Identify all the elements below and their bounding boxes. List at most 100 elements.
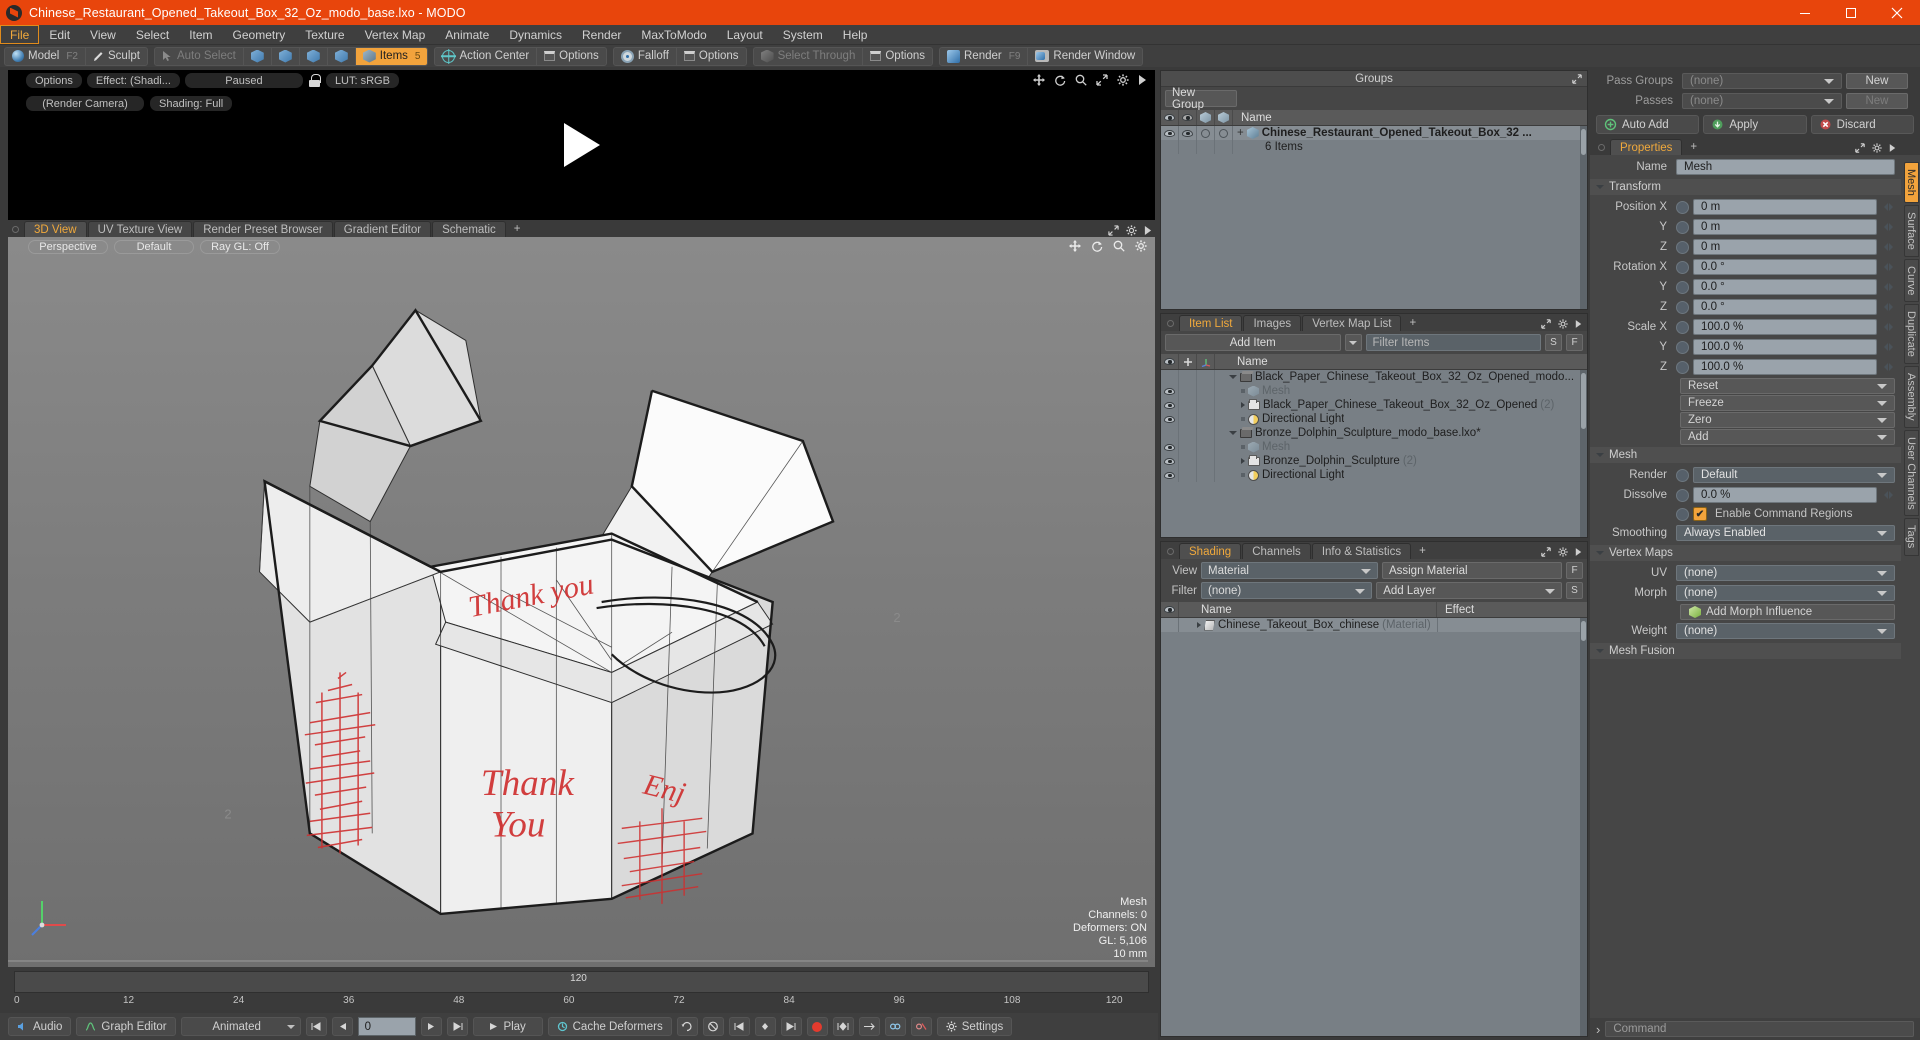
transform-row-field[interactable]: 100.0 %: [1693, 339, 1877, 355]
channel-dot-icon[interactable]: [1676, 300, 1689, 314]
item-row-eye-cell[interactable]: [1161, 426, 1179, 440]
properties-panel-dot[interactable]: [1598, 144, 1605, 151]
key-current-button[interactable]: [754, 1017, 776, 1036]
properties-gear-icon[interactable]: [1872, 143, 1882, 153]
shading-row-eye[interactable]: [1161, 618, 1179, 632]
3d-viewport[interactable]: Perspective Default Ray GL: Off Thank yo…: [8, 237, 1155, 967]
item-row-lock-cell[interactable]: [1179, 468, 1197, 482]
key-next-button[interactable]: [780, 1017, 802, 1036]
loop-button[interactable]: [676, 1017, 698, 1036]
add-morph-influence-button[interactable]: Add Morph Influence: [1680, 604, 1895, 620]
item-row-axis-cell[interactable]: [1197, 370, 1215, 384]
menu-item-select[interactable]: Select: [126, 25, 179, 44]
items-mode-button[interactable]: Items 5: [355, 47, 428, 65]
tab-3d-view[interactable]: 3D View: [24, 221, 87, 237]
shading-view-dropdown[interactable]: Material: [1201, 562, 1378, 579]
filter-s-button[interactable]: S: [1545, 334, 1562, 351]
item-row-name-cell[interactable]: Mesh: [1215, 441, 1290, 453]
item-row-name-cell[interactable]: Mesh: [1215, 385, 1290, 397]
viewport-raygl-button[interactable]: Ray GL: Off: [200, 240, 280, 254]
transform-row-spinner[interactable]: [1881, 240, 1895, 254]
apply-button[interactable]: Apply: [1703, 115, 1807, 134]
menu-item-file[interactable]: File: [0, 25, 40, 44]
item-row-name-cell[interactable]: Directional Light: [1215, 413, 1344, 425]
properties-add-tab[interactable]: +: [1683, 139, 1704, 155]
tab-schematic[interactable]: Schematic: [432, 221, 506, 237]
discard-button[interactable]: Discard: [1810, 115, 1914, 134]
animated-dropdown[interactable]: Animated: [180, 1017, 301, 1036]
item-row-eye-cell[interactable]: [1161, 412, 1179, 426]
expand-triangle-icon[interactable]: [1241, 458, 1245, 464]
shading-list-body[interactable]: Chinese_Takeout_Box_chinese (Material): [1161, 618, 1587, 1036]
current-frame-field[interactable]: 0: [357, 1017, 416, 1036]
menu-item-dynamics[interactable]: Dynamics: [499, 25, 572, 44]
passes-new-button[interactable]: New: [1846, 93, 1908, 109]
viewport-projection-button[interactable]: Perspective: [28, 240, 108, 254]
falloff-button[interactable]: Falloff: [614, 47, 677, 65]
channel-dot-icon[interactable]: [1676, 320, 1689, 334]
item-list-row[interactable]: Directional Light: [1161, 468, 1587, 482]
item-row-name-cell[interactable]: Black_Paper_Chinese_Takeout_Box_32_Oz_Op…: [1215, 371, 1574, 383]
record-key-button[interactable]: [806, 1017, 828, 1036]
transform-row-spinner[interactable]: [1881, 280, 1895, 294]
item-row-lock-cell[interactable]: [1179, 426, 1197, 440]
group-name-cell[interactable]: + Chinese_Restaurant_Opened_Takeout_Box_…: [1233, 127, 1532, 139]
viewport-rotate-icon[interactable]: [1091, 240, 1103, 252]
transform-row-spinner[interactable]: [1881, 300, 1895, 314]
panel-more-icon[interactable]: [1144, 225, 1152, 236]
channel-dot-icon-3[interactable]: [1676, 507, 1689, 521]
groups-maximize-icon[interactable]: [1572, 73, 1582, 84]
transform-add-button[interactable]: Add: [1680, 429, 1895, 445]
model-mode-button[interactable]: Model F2: [5, 47, 86, 65]
action-center-button[interactable]: Action Center: [435, 47, 538, 65]
shading-more-icon[interactable]: [1575, 547, 1582, 557]
properties-side-tab-duplicate[interactable]: Duplicate: [1904, 304, 1919, 365]
render-window-button[interactable]: Render Window: [1028, 48, 1142, 65]
preview-lut-button[interactable]: LUT: sRGB: [325, 73, 399, 88]
collapse-triangle-icon[interactable]: [1229, 375, 1237, 379]
vertex-uv-dropdown[interactable]: (none): [1676, 565, 1895, 581]
item-row-axis-cell[interactable]: [1197, 440, 1215, 454]
lock-icon[interactable]: [308, 74, 321, 87]
item-list-row[interactable]: Mesh: [1161, 440, 1587, 454]
item-list-row[interactable]: Directional Light: [1161, 412, 1587, 426]
menu-item-render[interactable]: Render: [572, 25, 631, 44]
properties-side-tab-surface[interactable]: Surface: [1904, 204, 1919, 257]
menu-item-help[interactable]: Help: [833, 25, 878, 44]
mesh-render-dropdown[interactable]: Default: [1693, 467, 1895, 483]
collapse-triangle-icon[interactable]: [1596, 185, 1604, 189]
panel-gear-icon[interactable]: [1126, 225, 1137, 236]
item-row-name-cell[interactable]: Bronze_Dolphin_Sculpture (2): [1215, 455, 1417, 467]
maximize-button[interactable]: [1828, 0, 1874, 25]
preview-render-camera-button[interactable]: (Render Camera): [26, 96, 144, 111]
dissolve-spinner[interactable]: [1881, 488, 1895, 502]
maximize-panel-icon[interactable]: [1108, 225, 1119, 236]
item-row-axis-cell[interactable]: [1197, 384, 1215, 398]
transform-row-spinner[interactable]: [1881, 340, 1895, 354]
step-forward-button[interactable]: [420, 1017, 442, 1036]
tab-channels[interactable]: Channels: [1242, 543, 1311, 559]
step-back-button[interactable]: [331, 1017, 353, 1036]
groups-scrollbar[interactable]: [1580, 126, 1587, 309]
viewport-gear-icon[interactable]: [1135, 240, 1147, 252]
preview-effect-button[interactable]: Effect: (Shadi...: [86, 73, 180, 88]
cache-deformers-button[interactable]: Cache Deformers: [547, 1017, 672, 1036]
axis-gizmo[interactable]: [30, 893, 74, 937]
item-list-row[interactable]: Black_Paper_Chinese_Takeout_Box_32_Oz_Op…: [1161, 398, 1587, 412]
tab-properties[interactable]: Properties: [1610, 139, 1683, 155]
tab-vertex-map-list[interactable]: Vertex Map List: [1302, 315, 1402, 331]
preview-status-button[interactable]: Paused: [184, 73, 303, 88]
expand-triangle-icon[interactable]: [1241, 402, 1245, 408]
preview-options-button[interactable]: Options: [26, 73, 82, 88]
item-row-lock-cell[interactable]: [1179, 440, 1197, 454]
properties-side-tab-mesh[interactable]: Mesh: [1904, 162, 1919, 203]
vertex-maps-section-header[interactable]: Vertex Maps: [1590, 545, 1901, 561]
polygons-mode-button[interactable]: [300, 47, 328, 65]
shading-f-button[interactable]: F: [1566, 562, 1583, 579]
transform-reset-button[interactable]: Reset: [1680, 378, 1895, 394]
shading-panel-dot[interactable]: [1167, 548, 1174, 555]
mesh-name-field[interactable]: Mesh: [1676, 159, 1895, 175]
transform-section-header[interactable]: Transform: [1590, 179, 1901, 195]
pass-groups-new-button[interactable]: New: [1846, 73, 1908, 89]
channel-link-button[interactable]: [884, 1017, 906, 1036]
